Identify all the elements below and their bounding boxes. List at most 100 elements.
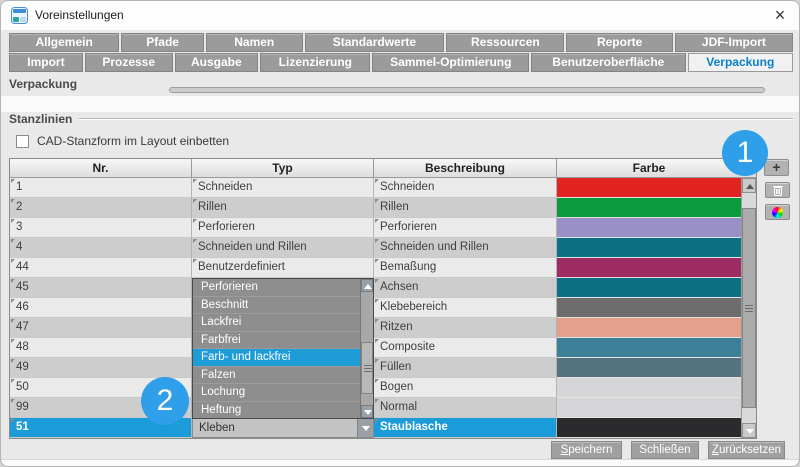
scrollbar-thumb[interactable] (742, 208, 756, 408)
dropdown-item[interactable]: Heftung (193, 402, 373, 419)
cad-stanzform-checkbox-label: CAD-Stanzform im Layout einbetten (37, 134, 230, 148)
scroll-down-icon[interactable] (742, 423, 756, 438)
window-title: Voreinstellungen (35, 8, 124, 22)
cell-nr[interactable]: 49 (10, 358, 192, 378)
cell-nr[interactable]: 46 (10, 298, 192, 318)
cell-beschreibung[interactable]: Ritzen (374, 318, 557, 338)
trash-icon (772, 186, 783, 196)
group-divider-line (79, 118, 793, 120)
column-header-nr[interactable]: Nr. (10, 159, 192, 178)
cell-typ[interactable]: Benutzerdefiniert (192, 258, 374, 278)
cell-beschreibung[interactable]: Perforieren (374, 218, 557, 238)
cell-farbe-swatch[interactable] (557, 398, 741, 418)
scrollbar-thumb[interactable] (361, 341, 373, 395)
cell-typ[interactable]: Perforieren (192, 218, 374, 238)
scroll-up-icon[interactable] (742, 178, 756, 193)
tab-import[interactable]: Import (9, 53, 83, 72)
cell-typ[interactable]: Rillen (192, 198, 374, 218)
cell-beschreibung[interactable]: Bogen (374, 378, 557, 398)
dropdown-item[interactable]: Perforieren (193, 279, 373, 297)
cell-beschreibung[interactable]: Bemaßung (374, 258, 557, 278)
cell-farbe-swatch[interactable] (557, 198, 741, 218)
cad-stanzform-checkbox[interactable] (16, 135, 29, 148)
color-picker-button[interactable] (765, 204, 790, 220)
tab-standardwerte[interactable]: Standardwerte (304, 33, 445, 52)
tab-namen[interactable]: Namen (206, 33, 303, 52)
dropdown-item[interactable]: Beschnitt (193, 297, 373, 314)
cell-farbe-swatch[interactable] (557, 338, 741, 358)
tab-sammel-optimierung[interactable]: Sammel-Optimierung (372, 53, 530, 72)
scroll-down-icon[interactable] (361, 405, 373, 418)
group-divider-bar (169, 87, 765, 93)
cell-beschreibung[interactable]: Rillen (374, 198, 557, 218)
cell-farbe-swatch[interactable] (557, 238, 741, 258)
cell-farbe-swatch[interactable] (557, 258, 741, 278)
column-header-beschreibung[interactable]: Beschreibung (374, 159, 557, 178)
tab-prozesse[interactable]: Prozesse (84, 53, 173, 72)
cell-nr[interactable]: 2 (10, 198, 192, 218)
delete-row-button[interactable] (765, 182, 790, 198)
reset-button[interactable]: Zurücksetzen (708, 441, 785, 459)
dropdown-item[interactable]: Farbfrei (193, 332, 373, 349)
cell-nr[interactable]: 48 (10, 338, 192, 358)
cell-beschreibung[interactable]: Füllen (374, 358, 557, 378)
tab-benutzeroberflaeche[interactable]: Benutzeroberfläche (531, 53, 686, 72)
cell-farbe-swatch[interactable] (557, 378, 741, 398)
cell-nr[interactable]: 47 (10, 318, 192, 338)
app-icon (11, 7, 28, 24)
cell-farbe-swatch[interactable] (557, 178, 741, 198)
tab-pfade[interactable]: Pfade (121, 33, 204, 52)
group-title-stanzlinien: Stanzlinien (9, 112, 73, 126)
dropdown-item[interactable]: Falzen (193, 367, 373, 384)
tab-row-1: Allgemein Pfade Namen Standardwerte Ress… (9, 33, 793, 52)
dropdown-scrollbar[interactable] (360, 279, 373, 418)
title-bar: Voreinstellungen × (1, 1, 799, 30)
tab-reporte[interactable]: Reporte (566, 33, 673, 52)
cell-beschreibung-selected[interactable]: Staublasche (374, 418, 557, 438)
tab-jdf-import[interactable]: JDF-Import (674, 33, 793, 52)
tab-allgemein[interactable]: Allgemein (9, 33, 120, 52)
close-button[interactable]: Schließen (631, 441, 699, 459)
cell-typ[interactable]: Schneiden (192, 178, 374, 198)
add-row-button[interactable]: + (764, 159, 789, 176)
cell-farbe-swatch[interactable] (557, 298, 741, 318)
cell-farbe-swatch[interactable] (557, 358, 741, 378)
cell-beschreibung[interactable]: Schneiden und Rillen (374, 238, 557, 258)
dropdown-item[interactable]: Lochung (193, 384, 373, 402)
tab-lizenzierung[interactable]: Lizenzierung (260, 53, 371, 72)
close-icon[interactable]: × (769, 4, 791, 26)
cell-farbe-swatch[interactable] (557, 318, 741, 338)
cell-typ[interactable]: Schneiden und Rillen (192, 238, 374, 258)
cell-farbe-swatch[interactable] (557, 218, 741, 238)
annotation-badge-1: 1 (722, 130, 768, 176)
table-vertical-scrollbar[interactable] (741, 178, 756, 438)
preferences-dialog: Voreinstellungen × Allgemein Pfade Namen… (0, 0, 800, 467)
cell-farbe-swatch[interactable] (557, 278, 741, 298)
tab-ressourcen[interactable]: Ressourcen (446, 33, 565, 52)
annotation-badge-2: 2 (141, 377, 189, 425)
save-button[interactable]: Speichern (551, 441, 622, 459)
cell-beschreibung[interactable]: Achsen (374, 278, 557, 298)
column-header-farbe[interactable]: Farbe (557, 159, 741, 178)
cell-nr[interactable]: 1 (10, 178, 192, 198)
cell-beschreibung[interactable]: Composite (374, 338, 557, 358)
dialog-bottom-edge (1, 459, 799, 466)
dropdown-item-highlighted[interactable]: Farb- und lackfrei (193, 349, 373, 367)
cell-beschreibung[interactable]: Schneiden (374, 178, 557, 198)
typ-combobox[interactable]: Kleben (192, 418, 374, 438)
cell-beschreibung[interactable]: Normal (374, 398, 557, 418)
column-header-typ[interactable]: Typ (192, 159, 374, 178)
cell-beschreibung[interactable]: Klebebereich (374, 298, 557, 318)
cell-nr[interactable]: 3 (10, 218, 192, 238)
tab-verpackung[interactable]: Verpackung (687, 53, 793, 72)
tab-row-2: Import Prozesse Ausgabe Lizenzierung Sam… (9, 53, 793, 72)
cell-nr[interactable]: 45 (10, 278, 192, 298)
dropdown-item[interactable]: Lackfrei (193, 314, 373, 332)
tab-ausgabe[interactable]: Ausgabe (174, 53, 259, 72)
scroll-up-icon[interactable] (361, 279, 373, 292)
cell-farbe-swatch[interactable] (557, 418, 741, 438)
cell-nr[interactable]: 44 (10, 258, 192, 278)
separator-strip (1, 96, 799, 112)
cell-nr[interactable]: 4 (10, 238, 192, 258)
chevron-down-icon[interactable] (357, 419, 373, 437)
